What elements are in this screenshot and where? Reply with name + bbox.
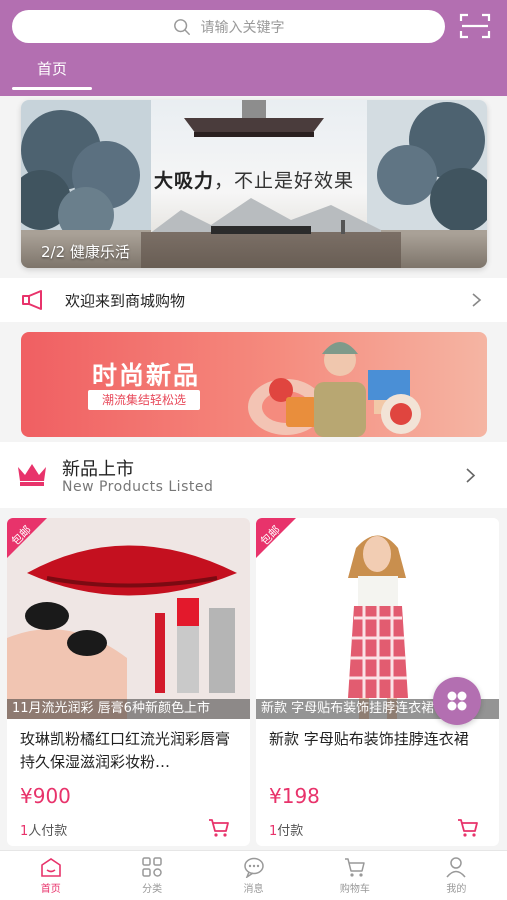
category-icon	[142, 857, 162, 877]
search-bar[interactable]: 请输入关键字	[12, 10, 445, 43]
crown-icon	[18, 464, 46, 486]
free-shipping-badge: 包邮	[7, 518, 47, 558]
tab-messages[interactable]: 消息	[203, 851, 304, 900]
product-price: ¥198	[269, 784, 320, 808]
tab-label: 消息	[243, 884, 264, 895]
product-name: 玫琳凯粉橘红口红流光润彩唇膏持久保湿滋润彩妆粉…	[20, 730, 231, 771]
tab-label: 首页	[40, 884, 61, 895]
tab-category[interactable]: 分类	[101, 851, 202, 900]
search-placeholder: 请输入关键字	[200, 19, 285, 36]
banner-caption: 健康乐活	[69, 243, 130, 261]
scan-icon[interactable]	[459, 12, 491, 40]
clover-menu-icon	[447, 691, 467, 711]
new-products-header[interactable]: 新品上市 New Products Listed	[0, 442, 507, 508]
user-icon	[446, 857, 466, 878]
tab-cart[interactable]: 购物车	[304, 851, 405, 900]
tab-home[interactable]: 首页	[12, 56, 92, 90]
notice-text: 欢迎来到商城购物	[65, 291, 186, 310]
sold-count: 1人付款	[20, 820, 67, 839]
tab-profile[interactable]: 我的	[406, 851, 507, 900]
banner-headline-bold: 大吸力	[153, 170, 214, 192]
promo-banner[interactable]: 时尚新品 潮流集结轻松选	[21, 332, 487, 437]
tab-label: 我的	[446, 884, 467, 895]
tab-label: 分类	[142, 884, 163, 895]
bottom-tab-bar: 首页 分类 消息 购物车 我的	[0, 850, 507, 900]
fashion-model-illustration	[248, 342, 421, 437]
product-caption: 11月流光润彩 唇膏6种新颜色上市	[7, 699, 250, 719]
product-name: 新款 字母贴布装饰挂脖连衣裙	[269, 730, 469, 748]
hero-banner[interactable]: 大吸力，不止是好效果 2/2 健康乐活	[21, 100, 487, 268]
megaphone-icon	[22, 290, 42, 310]
chevron-right-icon[interactable]	[471, 292, 483, 308]
range-hood-illustration	[184, 100, 324, 137]
banner-headline: 大吸力，不止是好效果	[21, 166, 487, 193]
home-icon	[40, 858, 61, 877]
product-price: ¥900	[20, 784, 71, 808]
chevron-right-icon[interactable]	[465, 467, 477, 484]
promo-subtitle: 潮流集结轻松选	[88, 390, 200, 410]
notice-bar[interactable]: 欢迎来到商城购物	[0, 278, 507, 322]
banner-page-count: 2/2	[41, 243, 66, 261]
section-subtitle: New Products Listed	[62, 479, 214, 495]
sold-label: 付款	[277, 824, 304, 839]
search-icon	[173, 18, 190, 35]
tab-label: 购物车	[339, 884, 370, 895]
free-shipping-badge: 包邮	[256, 518, 296, 558]
app-header: 请输入关键字 首页	[0, 0, 507, 96]
product-card[interactable]: 包邮 11月流光润彩 唇膏6种新颜色上市 玫琳凯粉橘红口红流光润彩唇膏持久保湿滋…	[7, 518, 250, 846]
cart-icon	[344, 858, 365, 877]
add-to-cart-icon[interactable]	[457, 818, 479, 838]
section-title: 新品上市	[62, 459, 134, 480]
banner-counter: 2/2 健康乐活	[41, 241, 130, 262]
add-to-cart-icon[interactable]	[208, 818, 230, 838]
banner-headline-rest: ，不止是好效果	[214, 170, 355, 192]
promo-title: 时尚新品	[92, 361, 201, 390]
sold-count: 1付款	[269, 820, 303, 839]
tab-home[interactable]: 首页	[0, 851, 101, 900]
floating-menu-button[interactable]	[433, 677, 481, 725]
message-icon	[243, 857, 264, 878]
sold-label: 人付款	[28, 824, 68, 839]
